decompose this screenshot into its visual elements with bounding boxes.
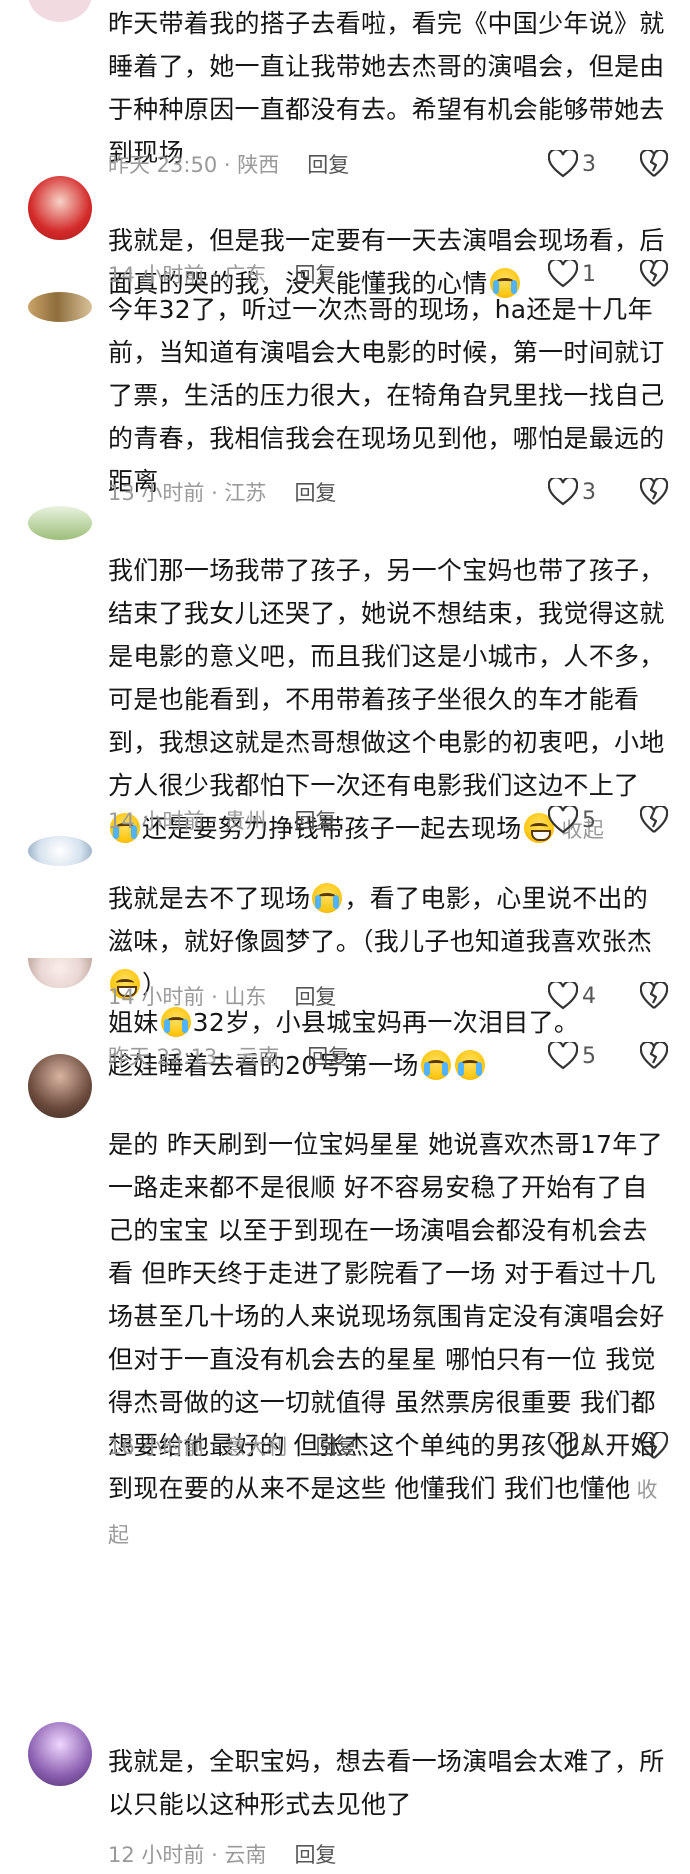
comment-text-part: 我就是去不了现场 <box>108 884 311 913</box>
comment-time-location: 昨天 22:13 · 云南 <box>108 1045 280 1069</box>
avatar[interactable] <box>28 836 92 866</box>
comment-item: 是的 昨天刷到一位宝妈星星 她说喜欢杰哥17年了 一路走来都不是很顺 好不容易安… <box>0 1054 690 1740</box>
avatar[interactable] <box>28 958 92 988</box>
like-group: 2 <box>548 1426 668 1466</box>
comment-item: 我就是去不了现场 ，看了电影，心里说不出的滋味，就好像圆梦了。（我儿子也知道我喜欢… <box>0 834 690 1010</box>
like-count: 3 <box>582 151 596 177</box>
comment-meta: 昨天 22:13 · 云南 回复 5 <box>108 1036 668 1076</box>
avatar[interactable] <box>28 506 92 540</box>
reply-button[interactable]: 回复 <box>307 149 349 179</box>
avatar[interactable] <box>28 292 92 322</box>
reply-button[interactable]: 回复 <box>294 477 336 507</box>
dislike-icon[interactable] <box>640 1432 668 1460</box>
heart-icon[interactable] <box>548 260 578 288</box>
heart-icon[interactable] <box>548 478 578 506</box>
avatar[interactable] <box>28 1054 92 1118</box>
comment-time-location: 昨天 23:50 · 陕西 <box>108 153 280 177</box>
reply-button[interactable]: 回复 <box>294 805 336 835</box>
like-count: 5 <box>582 1043 596 1069</box>
crying-emoji-icon <box>312 883 343 913</box>
comment-meta: 12 小时前 · 云南 回复 <box>108 1834 668 1874</box>
reply-button[interactable]: 回复 <box>294 259 336 289</box>
comment-time-location: 16 小时前 · 意大利 <box>108 1435 288 1459</box>
comment-list: 昨天带着我的搭子去看啦，看完《中国少年说》就睡着了，她一直让我带她去杰哥的演唱会… <box>0 0 690 1010</box>
dislike-icon[interactable] <box>640 1042 668 1070</box>
heart-icon[interactable] <box>548 806 578 834</box>
crying-emoji-icon <box>160 1007 191 1037</box>
heart-icon[interactable] <box>548 1432 578 1460</box>
comment-text: 昨天带着我的搭子去看啦，看完《中国少年说》就睡着了，她一直让我带她去杰哥的演唱会… <box>108 9 665 167</box>
dislike-icon[interactable] <box>640 260 668 288</box>
comment-time-location: 14 小时前 · 贵州 <box>108 809 267 833</box>
like-count: 3 <box>582 479 596 505</box>
comment-item: 我就是，但是我一定要有一天去演唱会现场看，后面真的哭的我，没人能懂我的心情 14… <box>0 176 690 298</box>
like-group: 5 <box>548 1036 668 1076</box>
comment-text-part: 我们那一场我带了孩子，另一个宝妈也带了孩子，结束了我女儿还哭了，她说不想结束，我… <box>108 556 665 800</box>
comment-text: 是的 昨天刷到一位宝妈星星 她说喜欢杰哥17年了 一路走来都不是很顺 好不容易安… <box>108 1080 668 1557</box>
like-count: 1 <box>582 261 596 287</box>
dislike-icon[interactable] <box>640 806 668 834</box>
comment-item: 我们那一场我带了孩子，另一个宝妈也带了孩子，结束了我女儿还哭了，她说不想结束，我… <box>0 506 690 843</box>
heart-icon[interactable] <box>548 150 578 178</box>
comment-text-part: 姐妹 <box>108 1008 159 1037</box>
reply-button[interactable]: 回复 <box>307 1041 349 1071</box>
comment-item: 我就是，全职宝妈，想去看一场演唱会太难了，所以只能以这种形式去见他了 12 小时… <box>0 1722 690 1867</box>
like-count: 5 <box>582 807 596 833</box>
like-count: 2 <box>582 1433 596 1459</box>
avatar[interactable] <box>28 1722 92 1786</box>
avatar[interactable] <box>28 0 92 22</box>
heart-icon[interactable] <box>548 1042 578 1070</box>
avatar[interactable] <box>28 176 92 240</box>
comment-item: 今年32了，听过一次杰哥的现场，ha还是十几年前，当知道有演唱会大电影的时候，第… <box>0 288 690 506</box>
comment-item: 昨天带着我的搭子去看啦，看完《中国少年说》就睡着了，她一直让我带她去杰哥的演唱会… <box>0 0 690 179</box>
comment-time-location: 13 小时前 · 江苏 <box>108 481 267 505</box>
comment-time-location: 12 小时前 · 云南 <box>108 1843 267 1867</box>
dislike-icon[interactable] <box>640 478 668 506</box>
reply-button[interactable]: 回复 <box>294 1839 336 1869</box>
comment-text: 今年32了，听过一次杰哥的现场，ha还是十几年前，当知道有演唱会大电影的时候，第… <box>108 295 665 496</box>
comment-item: 姐妹 32岁，小县城宝妈再一次泪目了。 趁娃睡着去看的20号第一场 昨天 22:1… <box>0 958 690 1080</box>
comment-meta: 16 小时前 · 意大利 回复 2 <box>108 1426 668 1466</box>
reply-button[interactable]: 回复 <box>315 1431 357 1461</box>
dislike-icon[interactable] <box>640 150 668 178</box>
comment-text: 我就是，全职宝妈，想去看一场演唱会太难了，所以只能以这种形式去见他了 <box>108 1747 665 1819</box>
comment-time-location: 14 小时前 · 广东 <box>108 263 267 287</box>
